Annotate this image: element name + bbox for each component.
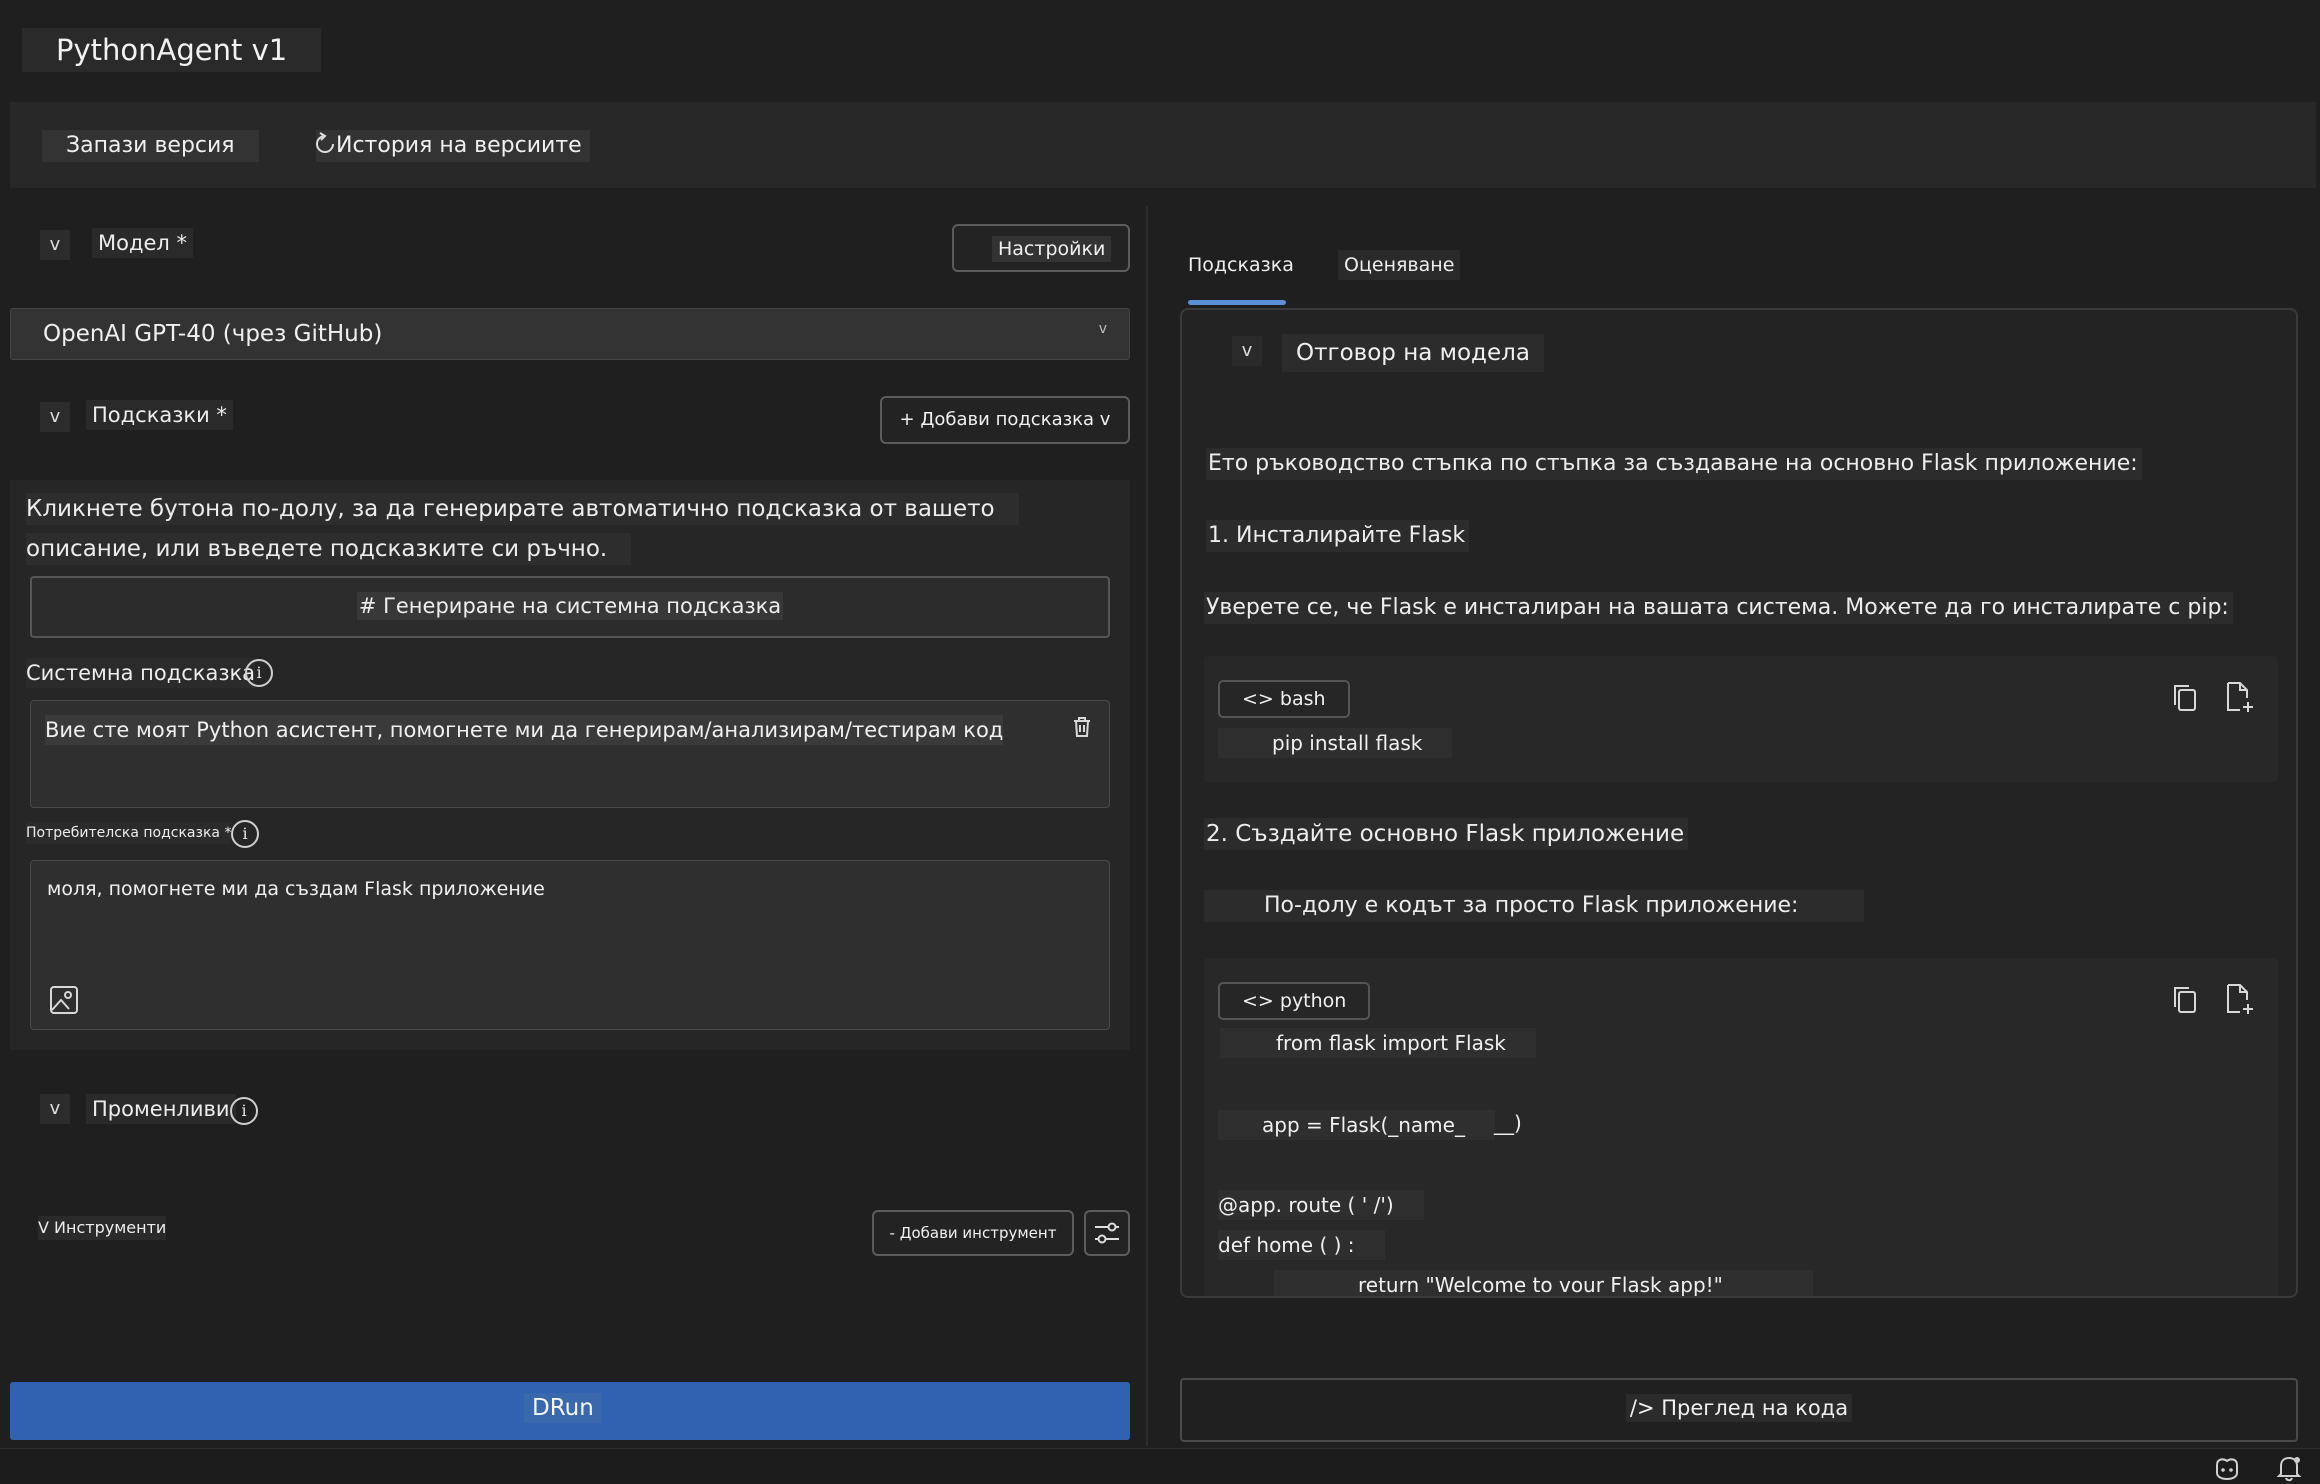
generate-system-prompt-label: # Генериране на системна подсказка (356, 592, 784, 620)
info-icon[interactable]: i (245, 659, 273, 687)
prompts-section-label: Подсказки * (86, 400, 233, 430)
step1-heading: 1. Инсталирайте Flask (1206, 520, 1470, 552)
info-icon[interactable]: i (230, 1097, 258, 1125)
version-history-button[interactable]: История на версиите (316, 130, 590, 162)
add-prompt-button[interactable]: + Добави подсказка v (880, 396, 1130, 444)
copilot-icon[interactable] (2212, 1455, 2242, 1481)
model-section-toggle[interactable]: v (40, 230, 70, 260)
response-intro: Ето ръководство стъпка по стъпка за създ… (1206, 448, 2142, 480)
user-prompt-field[interactable]: моля, помогнете ми да създам Flask прило… (30, 860, 1110, 1030)
variables-section-label: Променливи (86, 1094, 236, 1124)
bash-code-line: pip install flask (1218, 728, 1453, 758)
step1-text: Уверете се, че Flask е инсталиран на ваш… (1204, 592, 2233, 624)
user-prompt-label: Потребителска подсказка * (26, 822, 232, 844)
version-history-label: История на версиите (336, 133, 582, 158)
settings-label: Настройки (992, 236, 1112, 262)
tab-evaluation[interactable]: Оценяване (1338, 250, 1461, 280)
step2-heading: 2. Създайте основно Flask приложение (1204, 818, 1689, 850)
model-select-value: OpenAI GPT-40 (чрез GitHub) (43, 321, 383, 347)
python-code-line: def home ( ) : (1218, 1230, 1385, 1260)
chevron-down-icon: v (1098, 321, 1107, 337)
python-code-line: app = Flask(_name_ (1218, 1110, 1495, 1140)
system-prompt-label: Системна подсказка (26, 658, 256, 688)
image-icon[interactable] (49, 985, 79, 1015)
python-code-line: from flask import Flask (1220, 1028, 1536, 1058)
new-file-icon[interactable] (2222, 680, 2256, 714)
add-tool-button[interactable]: - Добави инструмент (872, 1210, 1074, 1256)
settings-button[interactable]: Настройки (952, 224, 1130, 272)
python-code-line: __) (1494, 1111, 1522, 1135)
user-prompt-value: моля, помогнете ми да създам Flask прило… (47, 878, 545, 900)
generate-system-prompt-button[interactable]: # Генериране на системна подсказка (30, 576, 1110, 638)
run-button[interactable]: DRun (10, 1382, 1130, 1440)
python-code-line: return "Welcome to vour Flask app!" (1274, 1270, 1813, 1296)
python-code-line: @app. route ( ' /') (1218, 1190, 1424, 1220)
copy-icon[interactable] (2170, 984, 2200, 1016)
system-prompt-field[interactable]: Вие сте моят Python асистент, помогнете … (30, 700, 1110, 808)
python-code-block: <> python from flask import Flask app = … (1204, 958, 2278, 1296)
model-select[interactable]: OpenAI GPT-40 (чрез GitHub) v (10, 308, 1130, 360)
copy-icon[interactable] (2170, 682, 2200, 714)
sliders-icon (1095, 1222, 1119, 1244)
panel-divider[interactable] (1146, 206, 1148, 1446)
code-view-label: /> Преглед на кода (1182, 1394, 2296, 1422)
tools-section-toggle[interactable]: V Инструменти (38, 1216, 167, 1240)
status-bar (0, 1448, 2320, 1484)
add-prompt-label: + Добави подсказка v (899, 409, 1111, 430)
app-title: PythonAgent v1 (22, 28, 322, 72)
tool-settings-button[interactable] (1084, 1210, 1130, 1256)
active-tab-indicator (1188, 300, 1286, 305)
prompts-description-line1: Кликнете бутона по-долу, за да генерират… (26, 493, 1019, 525)
trash-icon[interactable] (1071, 715, 1093, 739)
code-language-badge: <> bash (1218, 680, 1350, 718)
system-prompt-value: Вие сте моят Python асистент, помогнете … (45, 715, 1004, 745)
bash-code-block: <> bash pip install flask (1204, 656, 2278, 782)
prompts-description-line2: описание, или въведете подсказките си ръ… (26, 533, 632, 565)
new-file-icon[interactable] (2222, 982, 2256, 1016)
response-toggle[interactable]: v (1232, 336, 1262, 366)
save-version-button[interactable]: Запази версия (42, 130, 259, 162)
code-view-button[interactable]: /> Преглед на кода (1180, 1378, 2298, 1442)
response-title: Отговор на модела (1282, 334, 1544, 372)
bell-icon[interactable] (2276, 1454, 2302, 1482)
model-section-label: Модел * (92, 228, 194, 258)
model-response-panel: v Отговор на модела Ето ръководство стъп… (1180, 308, 2298, 1298)
info-icon[interactable]: i (231, 820, 259, 848)
code-language-badge: <> python (1218, 982, 1371, 1020)
tab-prompt[interactable]: Подсказка (1188, 250, 1294, 280)
add-tool-label: - Добави инструмент (889, 1224, 1057, 1242)
step2-text: По-долу е кодът за просто Flask приложен… (1204, 890, 1865, 922)
variables-section-toggle[interactable]: v (40, 1094, 70, 1124)
history-icon (316, 132, 334, 153)
prompts-section-toggle[interactable]: v (40, 402, 70, 432)
run-label: DRun (524, 1393, 602, 1423)
